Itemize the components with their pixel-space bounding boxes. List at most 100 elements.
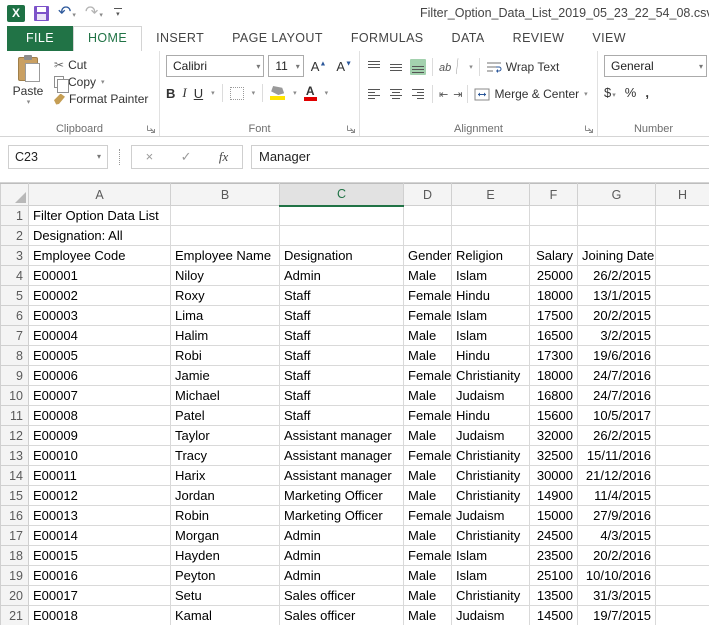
cell-A10[interactable]: E00007: [29, 386, 171, 406]
tab-formulas[interactable]: FORMULAS: [337, 26, 438, 51]
cell-B5[interactable]: Roxy: [171, 286, 280, 306]
cell-B3[interactable]: Employee Name: [171, 246, 280, 266]
top-align-button[interactable]: [366, 59, 382, 75]
cell-E7[interactable]: Islam: [452, 326, 530, 346]
cell-G7[interactable]: 3/2/2015: [578, 326, 656, 346]
cell-A18[interactable]: E00015: [29, 546, 171, 566]
decrease-font-size-button[interactable]: A▼: [333, 59, 355, 74]
cell-F7[interactable]: 16500: [530, 326, 578, 346]
cell-G17[interactable]: 4/3/2015: [578, 526, 656, 546]
accounting-format-button[interactable]: $▾: [604, 85, 616, 100]
cell-C18[interactable]: Admin: [280, 546, 404, 566]
bold-button[interactable]: B: [166, 86, 175, 101]
cell-H18[interactable]: [656, 546, 709, 566]
cell-D1[interactable]: [404, 206, 452, 226]
font-name-combo[interactable]: Calibri▾: [166, 55, 264, 77]
cell-D21[interactable]: Male: [404, 606, 452, 625]
cell-C21[interactable]: Sales officer: [280, 606, 404, 625]
cell-F17[interactable]: 24500: [530, 526, 578, 546]
tab-view[interactable]: VIEW: [578, 26, 640, 51]
cell-D18[interactable]: Female: [404, 546, 452, 566]
cell-D19[interactable]: Male: [404, 566, 452, 586]
font-color-dropdown-icon[interactable]: ▾: [325, 89, 329, 97]
cell-D9[interactable]: Female: [404, 366, 452, 386]
redo-button[interactable]: ↷▾: [85, 4, 103, 22]
font-name-dropdown-icon[interactable]: ▾: [256, 62, 260, 71]
cell-F12[interactable]: 32000: [530, 426, 578, 446]
cell-A17[interactable]: E00014: [29, 526, 171, 546]
cell-A14[interactable]: E00011: [29, 466, 171, 486]
cell-A6[interactable]: E00003: [29, 306, 171, 326]
row-header-4[interactable]: 4: [1, 266, 29, 286]
underline-dropdown-icon[interactable]: ▾: [211, 89, 215, 97]
clipboard-dialog-launcher-icon[interactable]: [146, 124, 156, 134]
cell-C9[interactable]: Staff: [280, 366, 404, 386]
select-all-corner[interactable]: [1, 184, 29, 206]
cell-C8[interactable]: Staff: [280, 346, 404, 366]
cell-A15[interactable]: E00012: [29, 486, 171, 506]
cell-A19[interactable]: E00016: [29, 566, 171, 586]
excel-logo-icon[interactable]: X: [7, 5, 25, 22]
cell-E21[interactable]: Judaism: [452, 606, 530, 625]
cell-C12[interactable]: Assistant manager: [280, 426, 404, 446]
tab-page-layout[interactable]: PAGE LAYOUT: [218, 26, 337, 51]
align-center-button[interactable]: [388, 87, 404, 101]
cell-A7[interactable]: E00004: [29, 326, 171, 346]
col-header-G[interactable]: G: [578, 184, 656, 206]
font-dialog-launcher-icon[interactable]: [346, 124, 356, 134]
cell-H19[interactable]: [656, 566, 709, 586]
cell-H6[interactable]: [656, 306, 709, 326]
row-header-3[interactable]: 3: [1, 246, 29, 266]
cell-E6[interactable]: Islam: [452, 306, 530, 326]
row-header-14[interactable]: 14: [1, 466, 29, 486]
name-box[interactable]: C23 ▾: [8, 145, 108, 169]
cell-F15[interactable]: 14900: [530, 486, 578, 506]
row-header-5[interactable]: 5: [1, 286, 29, 306]
tab-insert[interactable]: INSERT: [142, 26, 218, 51]
cancel-button[interactable]: ×: [146, 149, 154, 164]
cell-H16[interactable]: [656, 506, 709, 526]
cell-F20[interactable]: 13500: [530, 586, 578, 606]
row-header-18[interactable]: 18: [1, 546, 29, 566]
cell-G21[interactable]: 19/7/2015: [578, 606, 656, 625]
cell-C15[interactable]: Marketing Officer: [280, 486, 404, 506]
cell-A16[interactable]: E00013: [29, 506, 171, 526]
col-header-B[interactable]: B: [171, 184, 280, 206]
cell-F11[interactable]: 15600: [530, 406, 578, 426]
number-format-dropdown-icon[interactable]: ▾: [699, 62, 703, 71]
cell-F19[interactable]: 25100: [530, 566, 578, 586]
cell-G4[interactable]: 26/2/2015: [578, 266, 656, 286]
cell-E19[interactable]: Islam: [452, 566, 530, 586]
font-size-dropdown-icon[interactable]: ▾: [296, 62, 300, 71]
cell-H21[interactable]: [656, 606, 709, 625]
cell-G13[interactable]: 15/11/2016: [578, 446, 656, 466]
format-painter-button[interactable]: Format Painter: [54, 92, 148, 106]
cell-F6[interactable]: 17500: [530, 306, 578, 326]
cell-E13[interactable]: Christianity: [452, 446, 530, 466]
align-left-button[interactable]: [366, 87, 382, 101]
cell-D16[interactable]: Female: [404, 506, 452, 526]
number-format-combo[interactable]: General▾: [604, 55, 707, 77]
cell-F1[interactable]: [530, 206, 578, 226]
cell-B14[interactable]: Harix: [171, 466, 280, 486]
cell-F13[interactable]: 32500: [530, 446, 578, 466]
cell-H3[interactable]: [656, 246, 709, 266]
cell-H11[interactable]: [656, 406, 709, 426]
cell-B11[interactable]: Patel: [171, 406, 280, 426]
cell-C1[interactable]: [280, 206, 404, 226]
cell-A2[interactable]: Designation: All: [29, 226, 171, 246]
enter-button[interactable]: ✓: [181, 149, 192, 165]
cell-C17[interactable]: Admin: [280, 526, 404, 546]
cell-D17[interactable]: Male: [404, 526, 452, 546]
cell-H17[interactable]: [656, 526, 709, 546]
cell-B1[interactable]: [171, 206, 280, 226]
cell-D8[interactable]: Male: [404, 346, 452, 366]
cell-D14[interactable]: Male: [404, 466, 452, 486]
cell-B16[interactable]: Robin: [171, 506, 280, 526]
cell-G11[interactable]: 10/5/2017: [578, 406, 656, 426]
row-header-6[interactable]: 6: [1, 306, 29, 326]
cell-F2[interactable]: [530, 226, 578, 246]
cell-E10[interactable]: Judaism: [452, 386, 530, 406]
cell-G5[interactable]: 13/1/2015: [578, 286, 656, 306]
cell-B21[interactable]: Kamal: [171, 606, 280, 625]
